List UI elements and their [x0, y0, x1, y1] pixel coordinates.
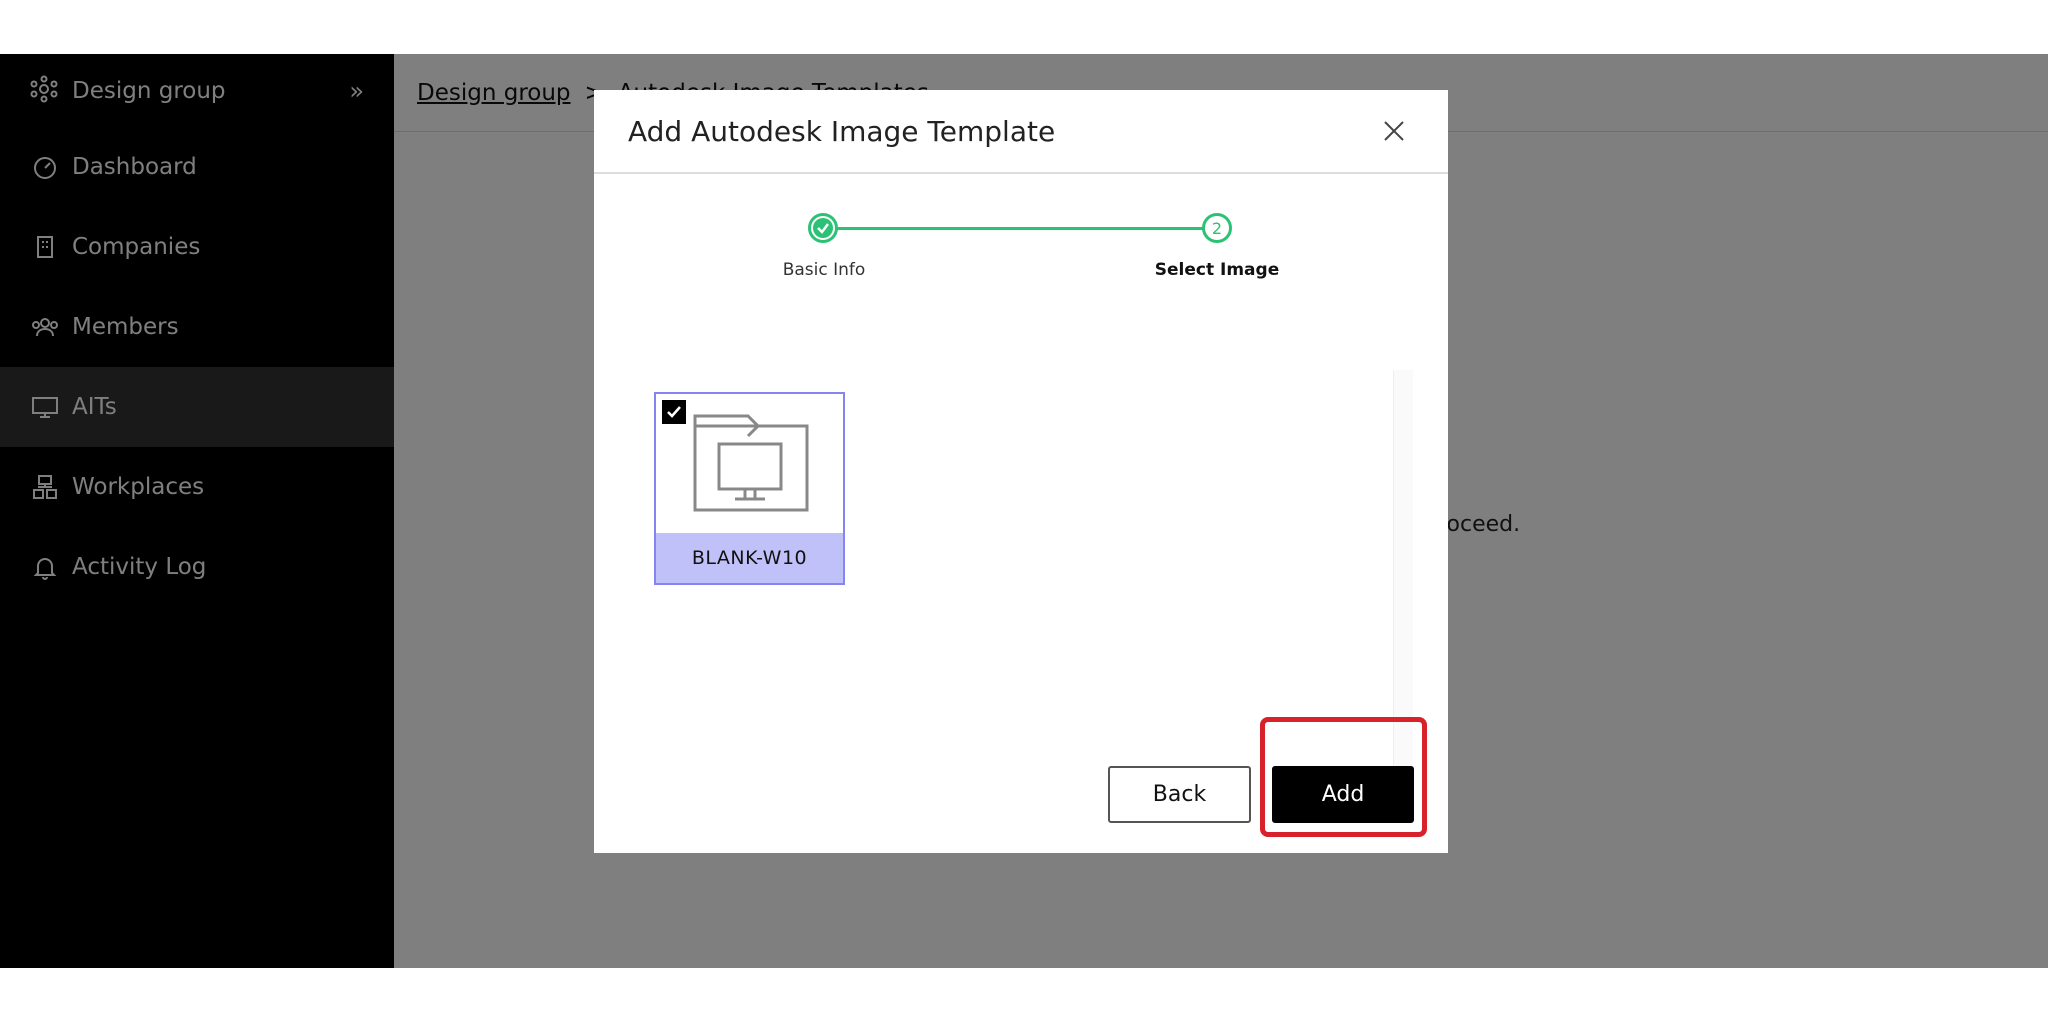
step-label-basic-info: Basic Info [782, 260, 866, 280]
image-tile-label: BLANK-W10 [656, 533, 843, 583]
dialog-title: Add Autodesk Image Template [628, 114, 1056, 148]
close-icon [1384, 121, 1404, 141]
add-button-highlight [1260, 717, 1427, 837]
selected-checkbox[interactable] [662, 400, 686, 424]
back-button[interactable]: Back [1108, 766, 1251, 823]
step-connector [824, 227, 1218, 230]
dialog-header: Add Autodesk Image Template [594, 90, 1448, 174]
step-label-select-image: Select Image [1154, 260, 1280, 280]
app-window: Design group » Dashboard Companies Membe… [0, 54, 2048, 968]
step-number-2: 2 [1202, 213, 1232, 243]
image-tile-blank-w10[interactable]: BLANK-W10 [654, 392, 845, 585]
close-button[interactable] [1374, 111, 1414, 151]
step-complete-icon [808, 213, 838, 243]
folder-monitor-icon [693, 414, 809, 518]
stepper: 2 Basic Info Select Image [594, 174, 1448, 294]
